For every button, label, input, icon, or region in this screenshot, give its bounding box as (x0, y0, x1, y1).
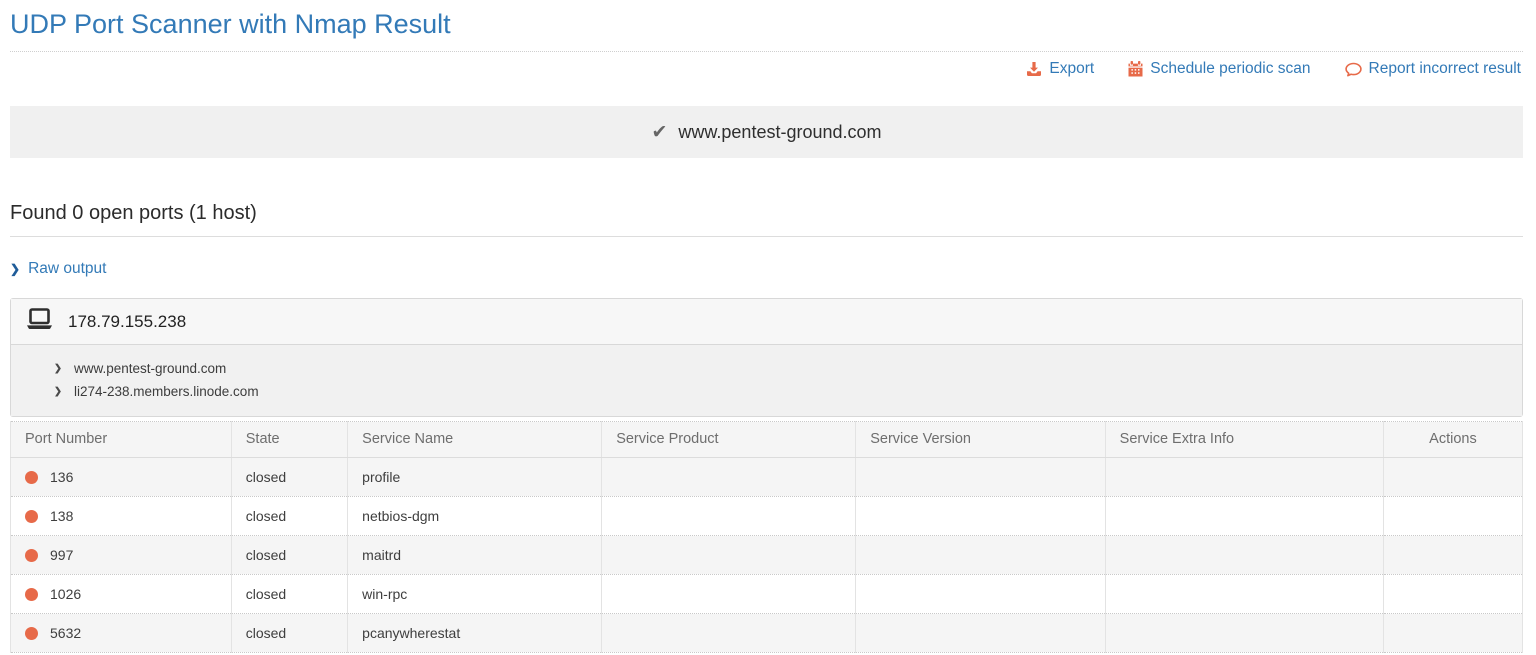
column-header-state: State (231, 422, 347, 458)
service-extra-info-cell (1105, 536, 1383, 575)
actions-cell (1383, 536, 1522, 575)
scan-result-page: UDP Port Scanner with Nmap Result Export (0, 0, 1536, 655)
scan-summary-heading: Found 0 open ports (1 host) (10, 202, 1523, 237)
state-cell: closed (231, 497, 347, 536)
table-row: 136 closed profile (11, 458, 1523, 497)
service-version-cell (856, 536, 1105, 575)
table-header-row: Port Number State Service Name Service P… (11, 422, 1523, 458)
table-row: 138 closed netbios-dgm (11, 497, 1523, 536)
actions-cell (1383, 575, 1522, 614)
service-version-cell (856, 497, 1105, 536)
laptop-icon (26, 308, 53, 335)
service-extra-info-cell (1105, 614, 1383, 653)
ports-table: Port Number State Service Name Service P… (10, 421, 1523, 653)
chevron-right-icon: ❯ (54, 357, 62, 380)
column-header-service-product: Service Product (602, 422, 856, 458)
column-header-service-name: Service Name (348, 422, 602, 458)
service-product-cell (602, 497, 856, 536)
chevron-right-icon: ❯ (54, 380, 62, 403)
service-version-cell (856, 614, 1105, 653)
port-number: 997 (50, 547, 73, 563)
download-icon (1026, 61, 1042, 77)
hostname-label: www.pentest-ground.com (74, 357, 226, 380)
service-name-cell: netbios-dgm (348, 497, 602, 536)
port-cell: 997 (11, 536, 232, 575)
raw-output-label: Raw output (28, 260, 106, 278)
closed-dot (25, 627, 38, 640)
service-product-cell (602, 458, 856, 497)
calendar-icon (1128, 61, 1143, 77)
export-label: Export (1049, 60, 1094, 78)
port-cell: 1026 (11, 575, 232, 614)
page-title: UDP Port Scanner with Nmap Result (10, 0, 1523, 52)
port-number: 5632 (50, 625, 81, 641)
scanned-target-host: www.pentest-ground.com (678, 122, 881, 143)
schedule-label: Schedule periodic scan (1150, 60, 1310, 78)
table-row: 5632 closed pcanywherestat (11, 614, 1523, 653)
port-number: 136 (50, 469, 73, 485)
state-cell: closed (231, 536, 347, 575)
result-toolbar: Export (10, 52, 1523, 87)
report-incorrect-result-button[interactable]: Report incorrect result (1345, 60, 1521, 78)
table-row: 1026 closed win-rpc (11, 575, 1523, 614)
service-extra-info-cell (1105, 458, 1383, 497)
state-cell: closed (231, 458, 347, 497)
actions-cell (1383, 497, 1522, 536)
table-row: 997 closed maitrd (11, 536, 1523, 575)
port-cell: 136 (11, 458, 232, 497)
state-cell: closed (231, 575, 347, 614)
chevron-right-icon: ❯ (10, 262, 20, 276)
check-icon: ✔ (651, 123, 667, 142)
port-number: 1026 (50, 586, 81, 602)
actions-cell (1383, 458, 1522, 497)
service-product-cell (602, 614, 856, 653)
hostname-label: li274-238.members.linode.com (74, 380, 259, 403)
column-header-service-version: Service Version (856, 422, 1105, 458)
service-extra-info-cell (1105, 575, 1383, 614)
service-version-cell (856, 458, 1105, 497)
closed-dot (25, 588, 38, 601)
service-name-cell: pcanywherestat (348, 614, 602, 653)
host-panel-header: 178.79.155.238 (11, 299, 1522, 345)
hostnames-section: ❯ www.pentest-ground.com ❯ li274-238.mem… (11, 345, 1522, 416)
actions-cell (1383, 614, 1522, 653)
port-cell: 5632 (11, 614, 232, 653)
service-extra-info-cell (1105, 497, 1383, 536)
service-version-cell (856, 575, 1105, 614)
service-product-cell (602, 536, 856, 575)
export-button[interactable]: Export (1026, 60, 1094, 78)
scanned-target-bar: ✔ www.pentest-ground.com (10, 106, 1523, 158)
column-header-service-extra-info: Service Extra Info (1105, 422, 1383, 458)
comment-icon (1345, 62, 1362, 77)
closed-dot (25, 510, 38, 523)
port-cell: 138 (11, 497, 232, 536)
service-name-cell: maitrd (348, 536, 602, 575)
closed-dot (25, 471, 38, 484)
column-header-port-number: Port Number (11, 422, 232, 458)
port-number: 138 (50, 508, 73, 524)
host-panel: 178.79.155.238 ❯ www.pentest-ground.com … (10, 298, 1523, 417)
hostname-item[interactable]: ❯ www.pentest-ground.com (54, 357, 1522, 380)
column-header-actions: Actions (1383, 422, 1522, 458)
hostname-item[interactable]: ❯ li274-238.members.linode.com (54, 380, 1522, 403)
raw-output-toggle[interactable]: ❯ Raw output (10, 260, 106, 278)
service-name-cell: win-rpc (348, 575, 602, 614)
service-name-cell: profile (348, 458, 602, 497)
closed-dot (25, 549, 38, 562)
schedule-periodic-scan-button[interactable]: Schedule periodic scan (1128, 60, 1310, 78)
host-ip: 178.79.155.238 (68, 312, 186, 332)
state-cell: closed (231, 614, 347, 653)
service-product-cell (602, 575, 856, 614)
report-label: Report incorrect result (1369, 60, 1521, 78)
